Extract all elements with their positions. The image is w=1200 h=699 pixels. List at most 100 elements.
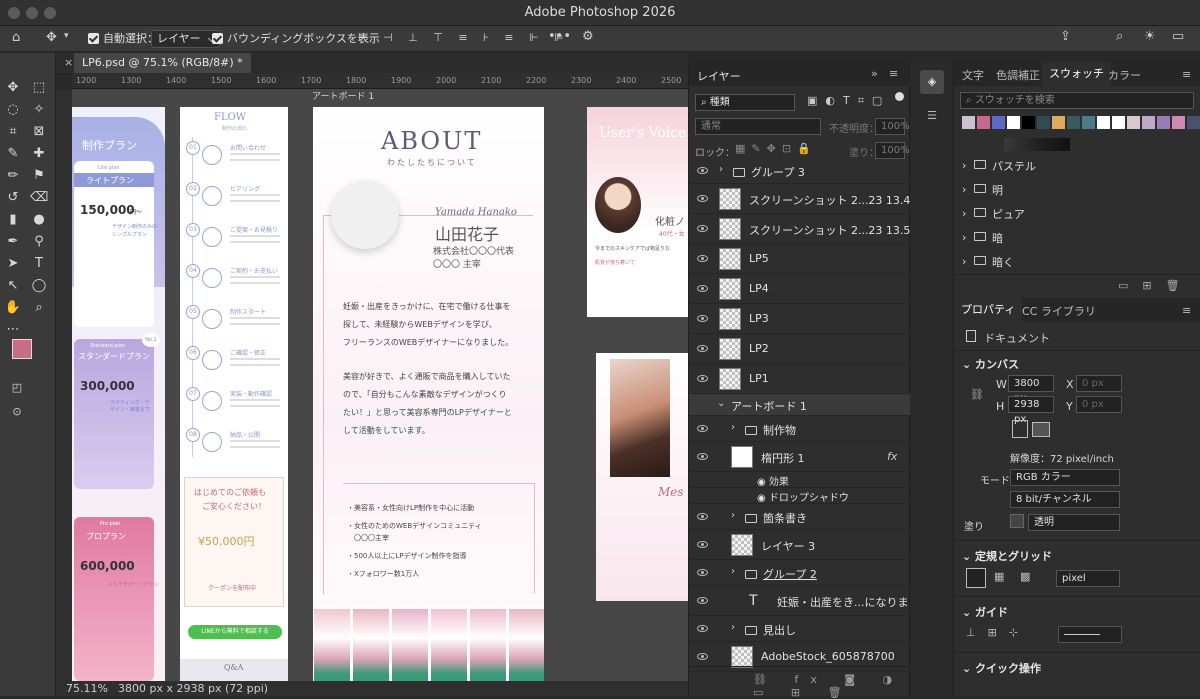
ruler-icon[interactable] — [966, 568, 986, 588]
layer-row[interactable]: スクリーンショット 2...23 13.50.50 — [689, 214, 911, 244]
align-icons[interactable]: ⊢ ⊣ ⊥ ⊤ ≡ ⊦ ≡ ⊩ ⊫ — [358, 31, 570, 44]
auto-select-dropdown[interactable]: レイヤー — [151, 30, 220, 48]
eye-icon[interactable] — [697, 375, 708, 382]
quick-actions-head[interactable]: ⌄ クイック操作 — [962, 660, 1041, 676]
magic-wand-icon[interactable]: ✧ — [30, 101, 48, 119]
canvas-area[interactable]: 制作プラン Lite plan ライトプラン 150,000 円〜 デザイン制作… — [72, 89, 688, 681]
eye-icon[interactable] — [697, 315, 708, 322]
swatch-search-input[interactable]: ⌕ スウォッチを検索 — [960, 92, 1194, 109]
crop-tool-icon[interactable]: ⌗ — [4, 123, 22, 141]
pen-tool-icon[interactable]: ✒ — [4, 233, 22, 251]
layer-name[interactable]: スクリーンショット 2...23 13.43.42 — [749, 192, 911, 208]
panel-tab[interactable]: プロパティ — [954, 298, 1023, 322]
layer-name[interactable]: グループ 3 — [733, 164, 805, 180]
guide-icons[interactable]: ⊥⊞⊹ — [966, 626, 1030, 639]
chevron-right-icon[interactable]: › — [962, 159, 966, 172]
guide-section-head[interactable]: ⌄ ガイド — [962, 604, 1008, 620]
layer-name[interactable]: AdobeStock_605878700 — [761, 650, 895, 663]
hand-tool-icon[interactable]: ✋ — [4, 299, 22, 317]
layer-name[interactable]: LP5 — [749, 252, 769, 265]
swatch-action-icons[interactable]: ▭⊞🗑 — [1118, 279, 1194, 292]
layer-row[interactable]: LP2 — [689, 334, 911, 364]
fill-input[interactable]: 100% — [875, 142, 910, 159]
swatch[interactable] — [1142, 116, 1155, 129]
layer-name[interactable]: LP4 — [749, 282, 769, 295]
quick-mask-icon[interactable]: ◰ — [8, 379, 26, 397]
y-input[interactable]: 0 px — [1076, 396, 1122, 413]
swatch-folder[interactable]: › ピュア — [954, 202, 1200, 226]
layer-name[interactable]: 見出し — [745, 622, 796, 638]
fill-dropdown[interactable]: 透明 — [1028, 514, 1120, 531]
swatch[interactable] — [992, 116, 1005, 129]
eye-icon[interactable] — [697, 195, 708, 202]
gradient-icon[interactable]: ▮ — [4, 211, 22, 229]
swatch-folder[interactable]: › 暗く — [954, 250, 1200, 274]
link-icon[interactable]: ⛓ — [970, 388, 984, 401]
path-select-icon[interactable]: ➤ — [4, 255, 22, 273]
search-icon[interactable]: ⌕ — [1116, 29, 1123, 44]
swatch[interactable] — [962, 116, 975, 129]
panel-tab[interactable]: カラー — [1108, 67, 1141, 83]
panel-tab[interactable]: 文字 — [962, 67, 984, 83]
gear-icon[interactable]: ⚙ — [582, 29, 594, 44]
layer-name[interactable]: スクリーンショット 2...23 13.50.50 — [749, 222, 911, 238]
swatch-folder[interactable]: › パステル — [954, 154, 1200, 178]
width-input[interactable]: 3800 px — [1008, 375, 1054, 404]
move-tool-icon[interactable]: ✥ — [4, 79, 22, 97]
marquee-tool-icon[interactable]: ⬚ — [30, 79, 48, 97]
layer-row[interactable]: LP5 — [689, 244, 911, 274]
move-tool-icon[interactable]: ✥ — [46, 30, 57, 45]
layer-row[interactable]: LP4 — [689, 274, 911, 304]
swatch[interactable] — [1067, 116, 1080, 129]
swatch[interactable] — [1127, 116, 1140, 129]
spot-heal-icon[interactable]: ✚ — [30, 145, 48, 163]
brush-tool-icon[interactable]: ✏ — [4, 167, 22, 185]
swatch[interactable] — [1052, 116, 1065, 129]
line-consult-button[interactable]: LINEから無料で相談する — [188, 625, 282, 639]
layer-name[interactable]: レイヤー 3 — [761, 538, 815, 554]
fill-swatch[interactable] — [1010, 514, 1024, 528]
layers-tab[interactable]: レイヤー — [697, 68, 741, 84]
portrait-icon[interactable] — [1012, 420, 1028, 438]
zoom-level[interactable]: 75.11% — [66, 682, 108, 695]
landscape-icon[interactable] — [1032, 422, 1050, 437]
layer-name[interactable]: 箇条書き — [745, 510, 807, 526]
canvas-section-head[interactable]: ⌄ カンバス — [962, 356, 1019, 372]
lock-icons[interactable]: ▦✎✥⊡🔒 — [735, 142, 817, 155]
grayscale-swatches[interactable] — [1004, 138, 1070, 151]
status-chevron-icon[interactable]: › — [246, 681, 250, 694]
pixel-grid-icon[interactable]: ▩ — [1020, 570, 1030, 583]
layer-row[interactable]: スクリーンショット 2...23 13.43.42 — [689, 184, 911, 214]
history-brush-icon[interactable]: ↺ — [4, 189, 22, 207]
eye-icon[interactable] — [697, 569, 708, 576]
layer-name[interactable]: ◉ ドロップシャドウ — [757, 489, 849, 504]
panel-tab[interactable]: スウォッチ — [1042, 62, 1111, 86]
panel-tab[interactable]: CC ライブラリ — [1022, 303, 1096, 319]
chevron-right-icon[interactable]: › — [962, 183, 966, 196]
layer-name[interactable]: 妊娠・出産をき...になりました — [777, 594, 911, 610]
layer-action-icons[interactable]: ⛓ fx ◙ ◑ ▭ ⊞ 🗑 — [753, 673, 911, 699]
swatch[interactable] — [1007, 116, 1020, 129]
layer-row[interactable]: T 妊娠・出産をき...になりました — [689, 586, 911, 616]
eye-icon[interactable] — [697, 225, 708, 232]
eye-icon[interactable] — [697, 425, 708, 432]
chevron-right-icon[interactable]: › — [731, 510, 735, 521]
frame-tool-icon[interactable]: ⊠ — [30, 123, 48, 141]
chevron-right-icon[interactable]: › — [731, 422, 735, 433]
eye-icon[interactable] — [697, 285, 708, 292]
mode-dropdown[interactable]: RGB カラー — [1010, 469, 1120, 486]
artboard-name[interactable]: アートボード 1 — [731, 398, 807, 414]
layer-row[interactable]: LP1 — [689, 364, 911, 394]
chevron-down-icon[interactable]: ▾ — [64, 31, 69, 41]
layer-name[interactable]: 楕円形 1 — [761, 450, 805, 466]
layer-row[interactable]: › グループ 2 — [689, 560, 911, 586]
swatch-folder[interactable]: › 明 — [954, 178, 1200, 202]
share-icon[interactable]: ⇪ — [1060, 29, 1071, 44]
chevron-right-icon[interactable]: › — [962, 255, 966, 268]
stamp-tool-icon[interactable]: ⚑ — [30, 167, 48, 185]
layer-row[interactable]: レイヤー 3 — [689, 530, 911, 560]
eye-icon[interactable] — [697, 653, 708, 660]
artboard-label[interactable]: アートボード 1 — [312, 89, 374, 102]
layer-row[interactable]: fx 楕円形 1 — [689, 442, 911, 472]
eye-icon[interactable] — [697, 453, 708, 460]
